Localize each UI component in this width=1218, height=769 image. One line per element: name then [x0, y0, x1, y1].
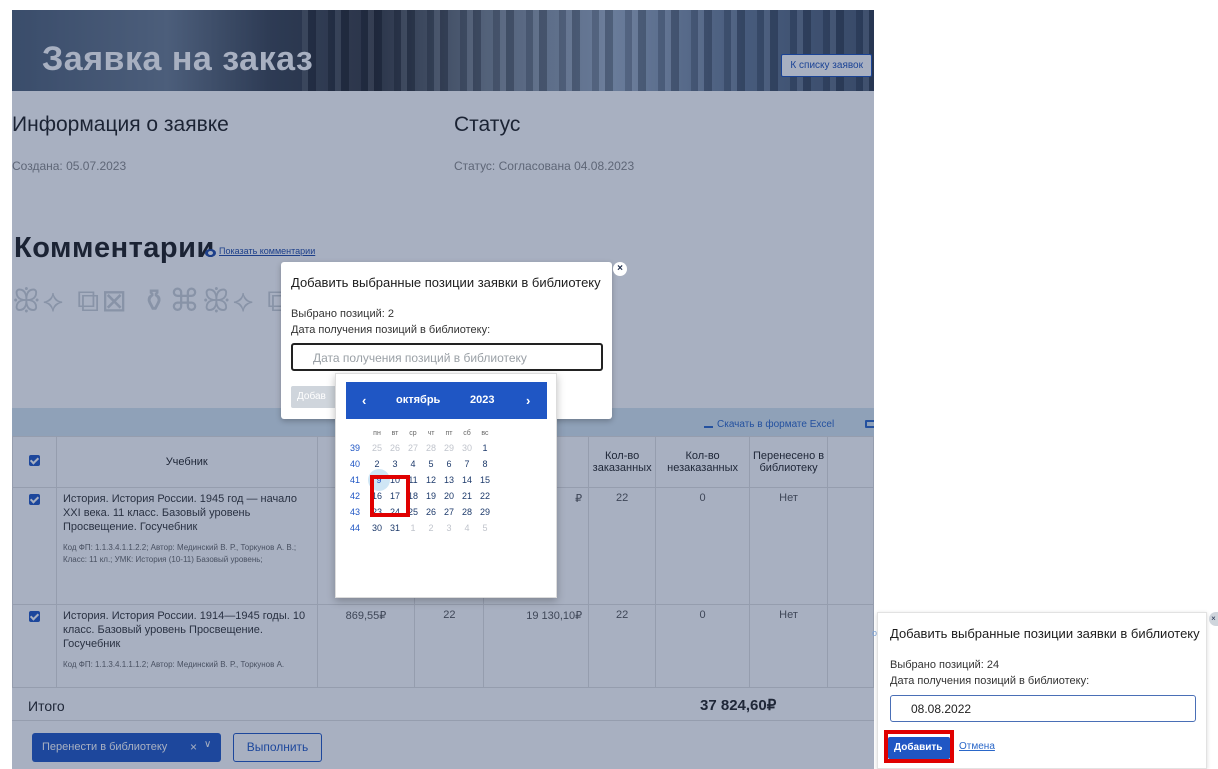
calendar-day[interactable]: 8	[476, 459, 494, 469]
calendar-day[interactable]: 14	[458, 475, 476, 485]
calendar-day[interactable]: 4	[458, 523, 476, 533]
prev-month-button[interactable]: ‹	[362, 393, 366, 408]
dialog-title: Добавить выбранные позиции заявки в библ…	[291, 275, 601, 290]
weekday-label: чт	[427, 430, 435, 437]
calendar-day[interactable]: 25	[368, 443, 386, 453]
calendar-day[interactable]: 1	[404, 523, 422, 533]
calendar-day[interactable]: 28	[422, 443, 440, 453]
calendar-day[interactable]: 12	[422, 475, 440, 485]
calendar-day[interactable]: 28	[458, 507, 476, 517]
calendar-day[interactable]: 4	[404, 459, 422, 469]
date-input[interactable]: 08.08.2022	[890, 695, 1196, 722]
calendar-week-row: 44 30 31 1 2 3 4 5	[346, 520, 547, 536]
calendar-day[interactable]: 13	[440, 475, 458, 485]
calendar-day[interactable]: 22	[476, 491, 494, 501]
calendar-day[interactable]: 29	[476, 507, 494, 517]
calendar-day[interactable]: 21	[458, 491, 476, 501]
calendar-day[interactable]: 29	[440, 443, 458, 453]
selected-count: Выбрано позиций: 2	[291, 308, 394, 320]
calendar-day[interactable]: 26	[422, 507, 440, 517]
date-label: Дата получения позиций в библиотеку:	[291, 324, 491, 336]
calendar-month[interactable]: октябрь	[396, 394, 440, 406]
weekday-label: вс	[481, 430, 489, 437]
calendar-day[interactable]: 5	[476, 523, 494, 533]
weekday-label: вт	[391, 430, 399, 437]
calendar-day[interactable]: 20	[440, 491, 458, 501]
close-icon[interactable]: ×	[613, 262, 627, 276]
week-number: 42	[349, 491, 360, 501]
weekday-label: ср	[409, 430, 417, 437]
calendar-day[interactable]: 19	[422, 491, 440, 501]
selected-count: Выбрано позиций: 24	[890, 659, 1000, 671]
highlight-box	[884, 730, 954, 763]
week-number: 41	[349, 475, 360, 485]
cancel-link[interactable]: Отмена	[959, 741, 995, 752]
calendar-week-row: 39 25 26 27 28 29 30 1	[346, 440, 547, 456]
calendar-day[interactable]: 5	[422, 459, 440, 469]
calendar-day[interactable]: 30	[458, 443, 476, 453]
calendar-day[interactable]: 1	[476, 443, 494, 453]
week-number: 40	[349, 459, 360, 469]
calendar-day[interactable]: 3	[386, 459, 404, 469]
calendar-day[interactable]: 30	[368, 523, 386, 533]
calendar-day[interactable]: 31	[386, 523, 404, 533]
dialog-title: Добавить выбранные позиции заявки в библ…	[890, 626, 1200, 641]
calendar-day[interactable]: 26	[386, 443, 404, 453]
calendar-day[interactable]: 7	[458, 459, 476, 469]
app-root: Заявка на заказ К списку заявок Информац…	[0, 0, 1218, 769]
calendar-day[interactable]: 2	[368, 459, 386, 469]
calendar-header: ‹ октябрь 2023 ›	[346, 382, 547, 419]
date-label: Дата получения позиций в библиотеку:	[890, 675, 1090, 687]
calendar-day[interactable]: 6	[440, 459, 458, 469]
highlight-box	[370, 475, 410, 517]
calendar-day[interactable]: 27	[404, 443, 422, 453]
date-input[interactable]: Дата получения позиций в библиотеку	[291, 343, 603, 371]
close-icon[interactable]: ×	[1209, 612, 1218, 626]
weekday-label: сб	[463, 430, 471, 437]
week-number: 43	[349, 507, 360, 517]
calendar-year[interactable]: 2023	[470, 394, 494, 406]
date-picker: ‹ октябрь 2023 › пн вт ср чт пт сб вс 39 25 26 27 2…	[335, 373, 557, 598]
next-month-button[interactable]: ›	[526, 393, 530, 408]
weekday-label: пт	[445, 430, 453, 437]
weekday-label: пн	[373, 430, 381, 437]
week-number: 44	[349, 523, 360, 533]
calendar-day[interactable]: 27	[440, 507, 458, 517]
calendar-day[interactable]: 2	[422, 523, 440, 533]
calendar-day[interactable]: 3	[440, 523, 458, 533]
calendar-day[interactable]: 15	[476, 475, 494, 485]
week-number: 39	[349, 443, 360, 453]
weekday-row: пн вт ср чт пт сб вс	[346, 427, 547, 440]
